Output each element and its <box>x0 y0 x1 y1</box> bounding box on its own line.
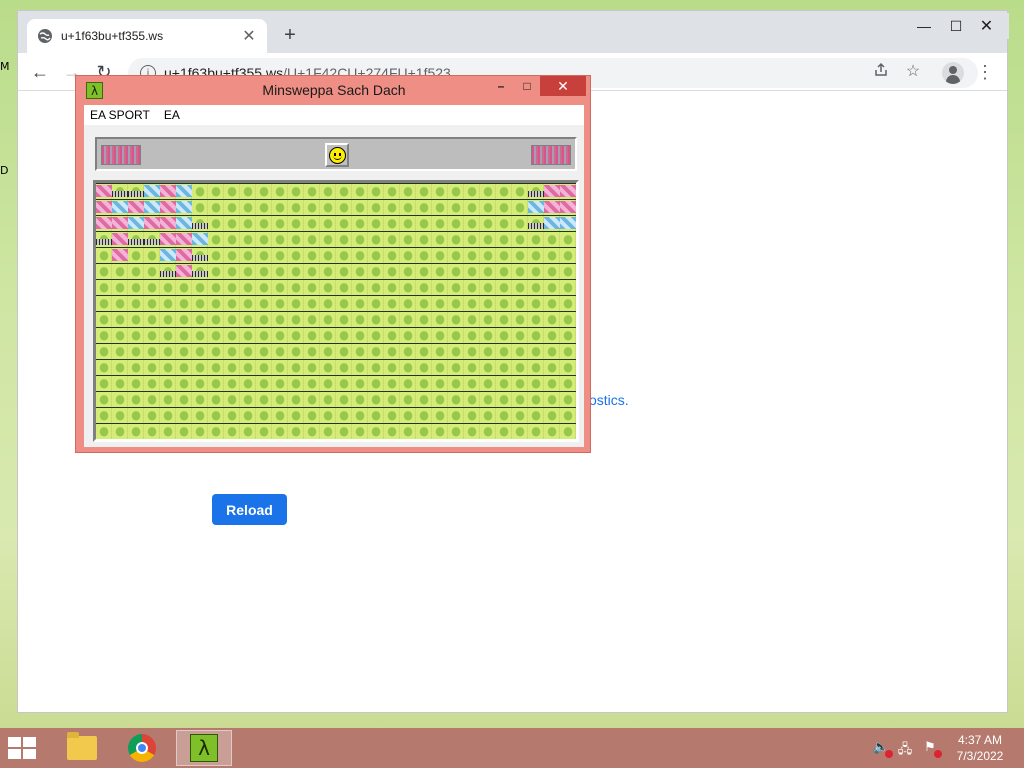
smiley-reset-button[interactable] <box>325 143 349 167</box>
desktop-letter-d: D <box>0 164 9 177</box>
desktop-letter-m: M <box>0 60 10 73</box>
revealed-cell[interactable] <box>128 217 144 229</box>
revealed-cell[interactable] <box>544 201 560 213</box>
minesweeper-window: λ Minsweppa Sach Dach – □ ✕ EA SPORT EA <box>75 75 591 453</box>
revealed-cell[interactable] <box>112 249 128 261</box>
revealed-cell[interactable] <box>112 191 128 197</box>
minesweeper-close-button[interactable]: ✕ <box>540 76 586 96</box>
share-icon[interactable] <box>871 62 891 82</box>
revealed-cell[interactable] <box>176 233 192 245</box>
revealed-cell[interactable] <box>112 217 128 229</box>
revealed-cell[interactable] <box>544 185 560 197</box>
revealed-cell[interactable] <box>160 217 176 229</box>
mine-counter <box>101 145 141 165</box>
revealed-cell[interactable] <box>176 265 192 277</box>
revealed-cell[interactable] <box>144 185 160 197</box>
tab-close-icon[interactable]: ✕ <box>241 26 257 46</box>
revealed-cell[interactable] <box>544 217 560 229</box>
lambda-icon: λ <box>190 734 218 762</box>
revealed-cell[interactable] <box>176 249 192 261</box>
minesweeper-taskbar-button[interactable]: λ <box>176 730 232 766</box>
revealed-cell[interactable] <box>192 255 208 261</box>
revealed-cell[interactable] <box>176 217 192 229</box>
taskbar: λ 🔈 🖧 ⚑ 4:37 AM 7/3/2022 <box>0 728 1024 768</box>
revealed-cell[interactable] <box>160 249 176 261</box>
revealed-cell[interactable] <box>528 223 544 229</box>
revealed-cell[interactable] <box>128 239 144 245</box>
revealed-cell[interactable] <box>176 185 192 197</box>
revealed-cell[interactable] <box>96 217 112 229</box>
revealed-cell[interactable] <box>160 201 176 213</box>
revealed-cell[interactable] <box>160 271 176 277</box>
tab-title: u+1f63bu+tf355.ws <box>61 29 164 43</box>
revealed-cell[interactable] <box>112 233 128 245</box>
taskbar-clock[interactable]: 4:37 AM 7/3/2022 <box>948 732 1012 764</box>
menu-ea-sport[interactable]: EA SPORT <box>90 108 150 122</box>
back-button[interactable]: ← <box>28 61 52 83</box>
minesweeper-menubar: EA SPORT EA <box>84 105 584 125</box>
revealed-cell[interactable] <box>112 201 128 213</box>
revealed-cell[interactable] <box>528 201 544 213</box>
minesweeper-client: EA SPORT EA <box>84 105 584 447</box>
minesweeper-minimize-button[interactable]: – <box>488 76 514 96</box>
minesweeper-titlebar[interactable]: λ Minsweppa Sach Dach – □ ✕ <box>76 76 590 105</box>
chrome-icon <box>128 734 156 762</box>
revealed-cell[interactable] <box>128 201 144 213</box>
browser-menu-icon[interactable]: ⋮ <box>975 62 995 82</box>
bookmark-star-icon[interactable]: ☆ <box>903 62 923 82</box>
revealed-cell[interactable] <box>96 239 112 245</box>
minesweeper-header <box>95 137 577 171</box>
revealed-cell[interactable] <box>560 201 576 213</box>
windows-start-icon[interactable] <box>8 737 38 761</box>
timer-counter <box>531 145 571 165</box>
browser-tab[interactable]: u+1f63bu+tf355.ws ✕ <box>27 19 267 53</box>
revealed-cell[interactable] <box>144 201 160 213</box>
revealed-cell[interactable] <box>560 217 576 229</box>
globe-icon <box>38 29 52 43</box>
revealed-cell[interactable] <box>192 233 208 245</box>
window-close-button[interactable]: ✕ <box>964 13 1009 39</box>
smiley-face-icon <box>328 146 346 164</box>
revealed-cell[interactable] <box>160 233 176 245</box>
reload-button[interactable]: Reload <box>212 494 287 525</box>
file-explorer-taskbar-button[interactable] <box>54 730 110 766</box>
new-tab-button[interactable]: + <box>278 25 302 45</box>
revealed-cell[interactable] <box>96 201 112 213</box>
volume-muted-icon[interactable]: 🔈 <box>872 740 893 758</box>
revealed-cell[interactable] <box>528 191 544 197</box>
diagnostics-link[interactable]: ostics. <box>589 392 629 408</box>
minesweeper-maximize-button[interactable]: □ <box>514 76 540 96</box>
folder-icon <box>67 732 97 760</box>
menu-ea[interactable]: EA <box>164 108 180 122</box>
chrome-taskbar-button[interactable] <box>114 730 170 766</box>
revealed-cell[interactable] <box>128 191 144 197</box>
revealed-cell[interactable] <box>144 217 160 229</box>
revealed-cell[interactable] <box>192 223 208 229</box>
revealed-cell[interactable] <box>176 201 192 213</box>
clock-time: 4:37 AM <box>957 733 1003 747</box>
clock-date: 7/3/2022 <box>956 749 1004 763</box>
revealed-cell[interactable] <box>160 185 176 197</box>
chrome-titlebar: u+1f63bu+tf355.ws ✕ + — ☐ ✕ <box>18 11 1009 53</box>
action-center-flag-icon[interactable]: ⚑ <box>921 740 942 758</box>
revealed-cell[interactable] <box>560 185 576 197</box>
network-icon[interactable]: 🖧 <box>896 740 914 757</box>
revealed-cell[interactable] <box>144 239 160 245</box>
revealed-cell[interactable] <box>192 271 208 277</box>
minefield-grid[interactable] <box>93 180 579 442</box>
profile-avatar-icon[interactable] <box>942 62 964 84</box>
revealed-cell[interactable] <box>96 185 112 197</box>
